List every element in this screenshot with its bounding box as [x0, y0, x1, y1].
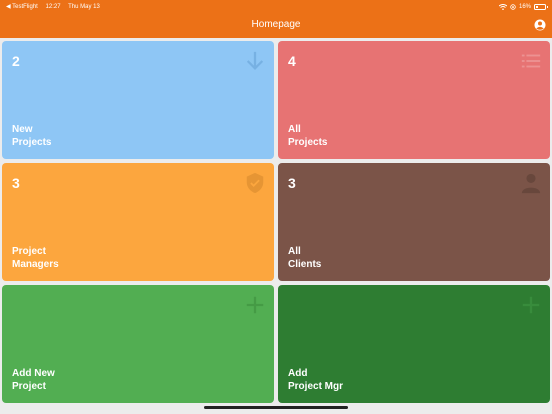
- nav-bar: Homepage: [0, 14, 552, 38]
- wifi-icon: [498, 4, 507, 10]
- dashboard-grid: 2 New Projects 4 All Projects 3 Project …: [2, 41, 550, 403]
- status-bar: ◀ TestFlight 12:27 Thu May 13 16%: [0, 0, 552, 14]
- tile-count: 3: [288, 175, 296, 191]
- account-circle-icon[interactable]: [534, 19, 546, 31]
- tile-new-projects[interactable]: 2 New Projects: [2, 41, 274, 159]
- tile-label: New Projects: [12, 124, 52, 148]
- tile-count: 3: [12, 175, 20, 191]
- battery-percent: 16%: [518, 4, 531, 10]
- page-title: Homepage: [251, 19, 301, 30]
- orientation-lock-icon: [510, 4, 516, 10]
- list-icon: [521, 54, 541, 68]
- status-time: 12:27: [45, 4, 61, 10]
- person-icon: [521, 173, 541, 194]
- tile-count: 4: [288, 53, 296, 69]
- tile-label: All Projects: [288, 124, 328, 148]
- tile-add-project-mgr[interactable]: Add Project Mgr: [278, 285, 550, 403]
- tile-all-clients[interactable]: 3 All Clients: [278, 163, 550, 281]
- tile-label: All Clients: [288, 246, 322, 270]
- tile-project-managers[interactable]: 3 Project Managers: [2, 163, 274, 281]
- plus-icon: [246, 296, 264, 314]
- tile-label: Add Project Mgr: [288, 368, 344, 392]
- home-indicator[interactable]: [204, 406, 348, 409]
- tile-all-projects[interactable]: 4 All Projects: [278, 41, 550, 159]
- status-date: Thu May 13: [68, 4, 100, 10]
- download-arrow-icon: [246, 51, 264, 70]
- plus-icon: [522, 296, 540, 314]
- battery-icon: [534, 4, 548, 10]
- tile-label: Add New Project: [12, 368, 55, 392]
- tile-label: Project Managers: [12, 246, 59, 270]
- shield-check-icon: [246, 172, 264, 194]
- tile-add-new-project[interactable]: Add New Project: [2, 285, 274, 403]
- tile-count: 2: [12, 53, 20, 69]
- back-to-app-link[interactable]: ◀ TestFlight: [6, 4, 38, 10]
